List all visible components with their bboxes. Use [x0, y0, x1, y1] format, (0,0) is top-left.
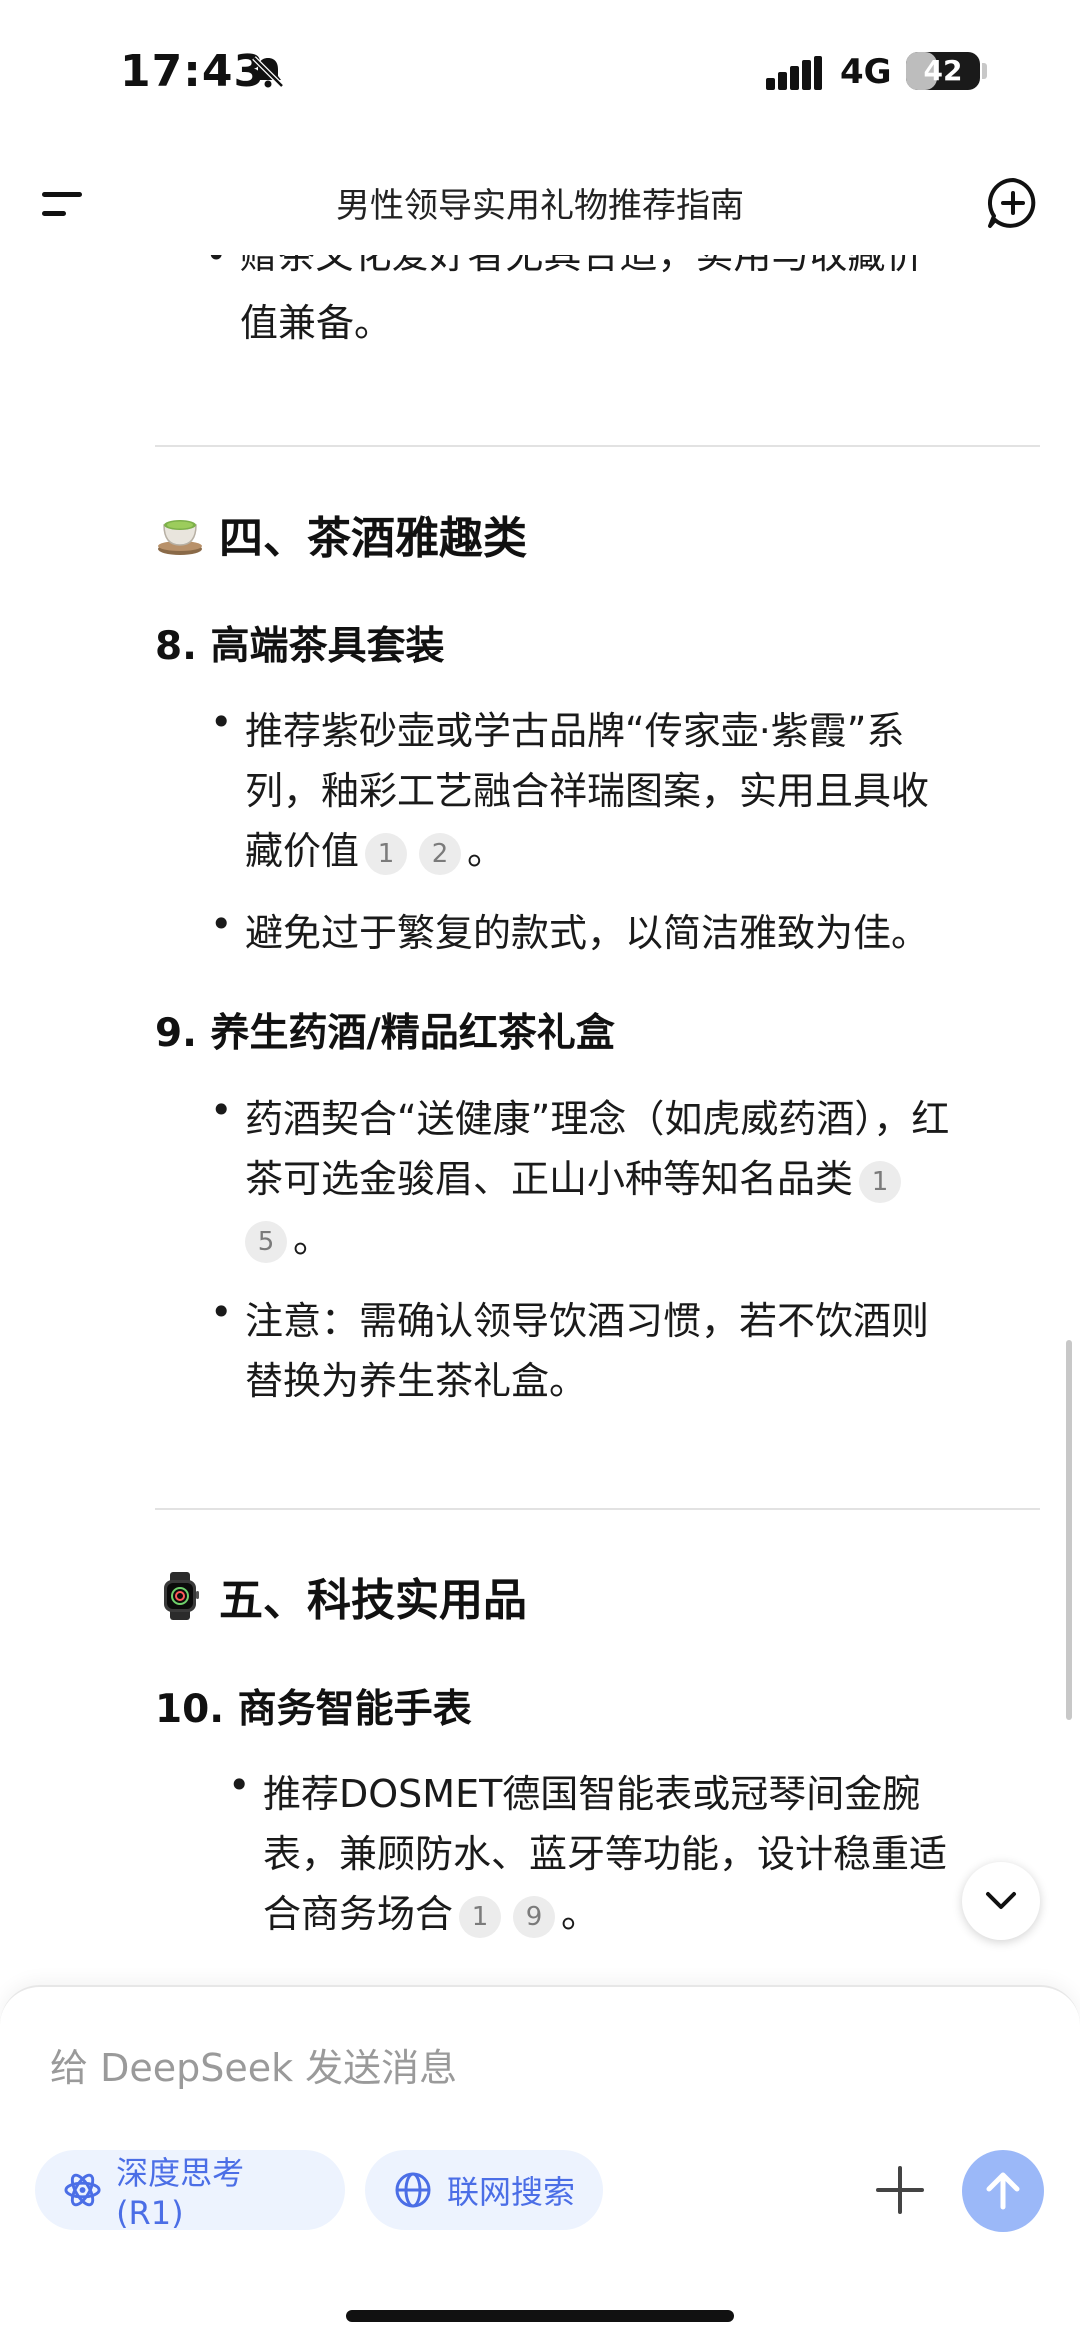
bullet-text: 茶可选金骏眉、正山小种等知名品类	[245, 1157, 854, 1201]
citation-badge[interactable]: 1	[859, 1160, 902, 1203]
bullet-text: 避免过于繁复的款式，以简洁雅致为佳。	[245, 911, 930, 955]
bullet-end: 。	[561, 1892, 600, 1936]
item-heading-8: 8. 高端茶具套装	[155, 624, 445, 669]
bullet-dot: •	[210, 902, 233, 946]
bullet-text: 注意：需确认领导饮酒习惯，若不饮酒则	[245, 1299, 930, 1343]
bullet-text: 合商务场合	[263, 1892, 454, 1936]
bullet-text-with-citations: 合商务场合 1 9。	[263, 1883, 599, 1938]
section-heading-tea-wine: 四、茶酒雅趣类	[155, 502, 527, 566]
bullet-dot: •	[210, 1088, 233, 1132]
item-heading-9: 9. 养生药酒/精品红茶礼盒	[155, 1011, 615, 1056]
bullet-text-with-citations: 茶可选金骏眉、正山小种等知名品类 1	[245, 1148, 907, 1203]
item-heading-10: 10. 商务智能手表	[155, 1687, 472, 1732]
status-time: 17:43	[120, 46, 266, 97]
citation-badge[interactable]: 9	[513, 1895, 556, 1938]
message-input[interactable]: 给 DeepSeek 发送消息	[50, 2037, 457, 2092]
bullet-text-with-citations: 藏价值 1 2。	[245, 820, 505, 875]
citation-badge[interactable]: 2	[419, 832, 462, 875]
bullet-text-with-citations: 5。	[245, 1208, 331, 1263]
atom-icon	[64, 2173, 101, 2207]
scroll-to-bottom-button[interactable]	[962, 1862, 1040, 1940]
battery-icon: 42	[906, 52, 980, 90]
bullet-dot: •	[228, 1763, 251, 1807]
citation-badge[interactable]: 1	[365, 832, 408, 875]
citation-badge[interactable]: 5	[245, 1220, 287, 1263]
arrow-up-icon	[986, 2172, 1020, 2210]
previous-bullet-tail: 值兼备。	[240, 301, 393, 345]
bullet-end: 。	[467, 829, 506, 873]
section-divider	[155, 1508, 1040, 1510]
signal-icon	[766, 56, 822, 90]
globe-icon	[395, 2172, 431, 2208]
top-nav: 男性领导实用礼物推荐指南	[0, 150, 1080, 255]
bullet-dot: •	[210, 1290, 233, 1334]
bullet-text: 列，釉彩工艺融合祥瑞图案，实用且具收	[245, 769, 930, 813]
bullet-text: 推荐紫砂壶或学古品牌“传家壶·紫霞”系	[245, 709, 905, 753]
bullet-text: 推荐DOSMET德国智能表或冠琴间金腕	[263, 1772, 921, 1816]
bullet-text: 药酒契合“送健康”理念（如虎威药酒），红	[245, 1097, 950, 1141]
new-chat-icon[interactable]	[986, 176, 1040, 230]
section-title: 五、科技实用品	[219, 1575, 527, 1626]
section-heading-tech: 五、科技实用品	[155, 1564, 527, 1628]
bullet-text: 藏价值	[245, 829, 360, 873]
section-divider	[155, 445, 1040, 447]
status-bar: 17:43 4G 42	[0, 0, 1080, 150]
citation-badge[interactable]: 1	[459, 1895, 502, 1938]
scrollbar[interactable]	[1066, 1340, 1072, 1720]
bell-slash-icon	[252, 56, 284, 88]
bullet-text: 表，兼顾防水、蓝牙等功能，设计稳重适	[263, 1832, 948, 1876]
section-title: 四、茶酒雅趣类	[219, 513, 527, 564]
deep-think-label: 深度思考 (R1)	[116, 2154, 245, 2232]
plus-icon[interactable]	[872, 2162, 928, 2218]
home-indicator	[346, 2310, 734, 2322]
bullet-text: 替换为养生茶礼盒。	[245, 1359, 588, 1403]
chat-content[interactable]: • 赠茶文化爱好者尤其合适，实用与收藏价 值兼备。 四、茶酒雅趣类 8. 高端茶…	[0, 230, 1080, 1985]
send-button[interactable]	[962, 2150, 1044, 2232]
conversation-title: 男性领导实用礼物推荐指南	[336, 186, 744, 226]
battery-tip	[982, 63, 987, 79]
chevron-down-icon	[986, 1892, 1016, 1909]
battery-percent: 42	[923, 54, 963, 87]
web-search-label: 联网搜索	[447, 2173, 576, 2211]
deep-think-button[interactable]: 深度思考 (R1)	[35, 2150, 345, 2232]
message-composer: 给 DeepSeek 发送消息 深度思考 (R1) 联网搜索	[0, 1985, 1080, 2343]
bullet-end: 。	[293, 1217, 332, 1261]
bullet-dot: •	[210, 700, 233, 744]
watch-icon	[164, 1572, 199, 1620]
web-search-button[interactable]: 联网搜索	[365, 2150, 603, 2230]
teacup-icon	[158, 520, 202, 555]
network-label: 4G	[840, 52, 892, 92]
